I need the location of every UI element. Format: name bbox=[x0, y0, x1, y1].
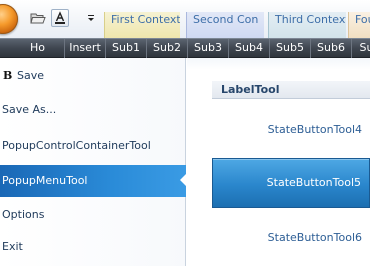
label-tool: LabelTool bbox=[212, 81, 370, 99]
tab-sub3[interactable]: Sub3 bbox=[187, 39, 228, 58]
panel-header-strip bbox=[187, 58, 370, 70]
tab-sub7[interactable]: Su bbox=[351, 39, 370, 58]
tab-home[interactable]: Ho bbox=[0, 39, 64, 58]
menu-item-options[interactable]: Options bbox=[0, 200, 186, 230]
font-color-icon[interactable] bbox=[51, 9, 69, 27]
menu-item-save[interactable]: B Save bbox=[0, 61, 186, 91]
context-tab-second[interactable]: Second Con bbox=[186, 12, 264, 38]
menu-content-panel: LabelTool StateButtonTool4 StateButtonTo… bbox=[187, 58, 370, 266]
menu-item-label: PopupMenuTool bbox=[2, 174, 88, 187]
bold-b-icon: B bbox=[3, 69, 13, 82]
tab-sub1[interactable]: Sub1 bbox=[105, 39, 146, 58]
tab-sub5[interactable]: Sub5 bbox=[269, 39, 310, 58]
menu-item-label: Save bbox=[17, 69, 45, 82]
menu-item-label: PopupControlContainerTool bbox=[2, 139, 151, 152]
ribbon-tab-bar: Ho Insert Sub1 Sub2 Sub3 Sub4 Sub5 Sub6 … bbox=[0, 38, 370, 58]
context-tab-fourth[interactable]: Fou bbox=[348, 12, 370, 38]
context-tab-first[interactable]: First Context bbox=[104, 12, 180, 38]
selection-pointer-icon bbox=[180, 173, 187, 187]
state-button-tool-4[interactable]: StateButtonTool4 bbox=[212, 118, 370, 142]
menu-item-label: Save As... bbox=[2, 103, 57, 116]
customize-dropdown-icon[interactable] bbox=[82, 9, 100, 27]
menu-item-save-as[interactable]: Save As... bbox=[0, 95, 186, 125]
quick-access-toolbar: First Context Second Con Third Context F… bbox=[0, 0, 370, 38]
tab-sub4[interactable]: Sub4 bbox=[228, 39, 269, 58]
tab-sub2[interactable]: Sub2 bbox=[146, 39, 187, 58]
menu-item-exit[interactable]: Exit bbox=[0, 232, 186, 262]
application-menu: B Save Save As... PopupControlContainerTo… bbox=[0, 58, 187, 266]
tab-sub6[interactable]: Sub6 bbox=[310, 39, 351, 58]
tab-insert[interactable]: Insert bbox=[64, 39, 105, 58]
menu-item-label: Exit bbox=[2, 240, 23, 253]
app-orb-icon[interactable] bbox=[0, 4, 18, 34]
menu-item-label: Options bbox=[2, 208, 45, 221]
state-button-tool-5[interactable]: StateButtonTool5 bbox=[212, 158, 370, 208]
menu-item-popup-menu-tool[interactable]: PopupMenuTool bbox=[0, 165, 187, 197]
context-tab-third[interactable]: Third Context bbox=[268, 12, 346, 38]
menu-item-popup-control-container-tool[interactable]: PopupControlContainerTool bbox=[0, 131, 186, 161]
open-folder-icon[interactable] bbox=[29, 9, 47, 27]
state-button-tool-6[interactable]: StateButtonTool6 bbox=[212, 226, 370, 250]
